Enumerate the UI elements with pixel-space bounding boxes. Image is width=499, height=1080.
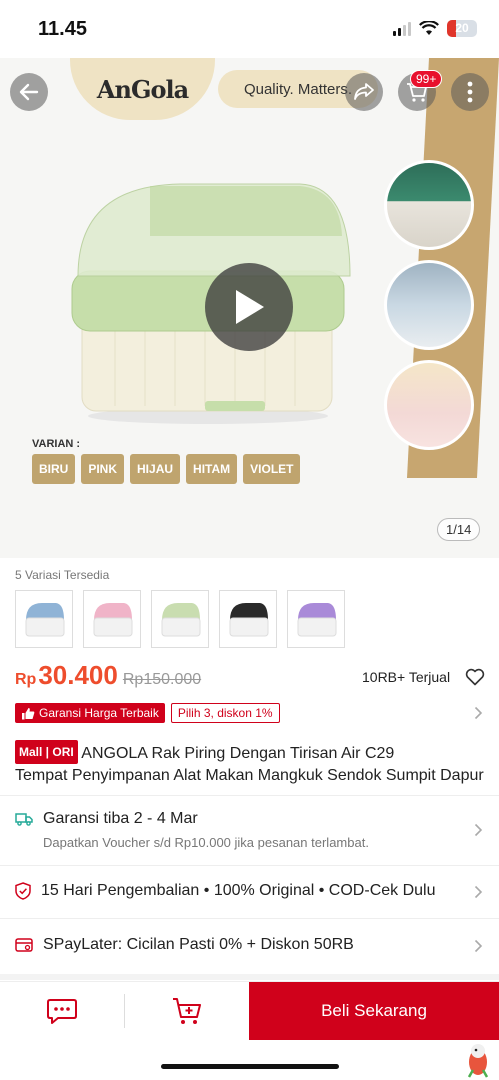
side-thumbnail-2[interactable] (384, 260, 474, 350)
wifi-icon (419, 21, 439, 35)
sold-count: 10RB+ Terjual (362, 669, 451, 685)
bundle-discount-badge: Pilih 3, diskon 1% (170, 703, 280, 723)
battery-level: 20 (455, 21, 469, 35)
product-title-line-1: ANGOLA Rak Piring Dengan Tirisan Air C29 (81, 745, 395, 762)
variation-thumbnail[interactable] (287, 590, 345, 648)
price-currency: Rp (15, 671, 37, 688)
shield-check-icon (15, 882, 31, 900)
image-counter: 1/14 (437, 518, 481, 541)
brand-banner: AnGola (70, 58, 215, 120)
varian-chip-list: BIRU PINK HIJAU HITAM VIOLET (32, 454, 301, 484)
share-button[interactable] (345, 73, 383, 111)
chat-icon (47, 999, 77, 1024)
varian-title: VARIAN : (32, 438, 81, 450)
varian-chip: BIRU (32, 454, 76, 484)
assurance-text: 15 Hari Pengembalian • 100% Original • C… (41, 882, 436, 899)
chat-button[interactable] (0, 982, 124, 1040)
varian-chip: PINK (81, 454, 125, 484)
thumbs-up-icon (22, 707, 35, 719)
mall-badge: Mall | ORI (15, 740, 78, 764)
cart-count-badge: 99+ (410, 70, 443, 88)
buy-now-button[interactable]: Beli Sekarang (249, 982, 499, 1040)
more-options-button[interactable] (451, 73, 489, 111)
shipping-row[interactable]: Garansi tiba 2 - 4 Mar (15, 810, 485, 828)
divider (0, 865, 499, 866)
price-guarantee-badge: Garansi Harga Terbaik (15, 703, 165, 723)
variation-image (229, 603, 269, 637)
variation-image (25, 603, 65, 637)
paylater-icon (15, 938, 33, 952)
heart-icon[interactable] (465, 668, 485, 686)
shipping-subtitle: Dapatkan Voucher s/d Rp10.000 jika pesan… (43, 835, 369, 850)
variation-image (161, 603, 201, 637)
brand-logo: AnGola (96, 74, 189, 104)
chevron-right-icon[interactable] (474, 706, 483, 720)
product-image-gallery[interactable]: AnGola Quality. Matters. 99+ VARIAN: BI… (0, 58, 499, 558)
varian-chip: VIOLET (243, 454, 301, 484)
arrow-left-icon (19, 83, 39, 101)
variations-label: 5 Variasi Tersedia (15, 568, 110, 582)
add-to-cart-button[interactable] (125, 982, 249, 1040)
add-to-cart-icon (173, 998, 201, 1024)
chevron-right-icon[interactable] (474, 939, 483, 953)
mascot-icon[interactable] (463, 1040, 493, 1078)
divider (0, 795, 499, 796)
shipping-title: Garansi tiba 2 - 4 Mar (43, 810, 198, 827)
price-row: Rp 30.400 Rp150.000 (15, 660, 201, 691)
more-vertical-icon (467, 81, 473, 103)
share-icon (354, 83, 374, 100)
assurance-row[interactable]: 15 Hari Pengembalian • 100% Original • C… (15, 882, 460, 900)
home-indicator[interactable] (161, 1064, 339, 1069)
bottom-action-bar: Beli Sekarang (0, 981, 499, 1040)
product-title-line-2: Tempat Penyimpanan Alat Makan Mangkuk Se… (15, 767, 484, 784)
side-thumbnail-1[interactable] (384, 160, 474, 250)
variation-thumbnail[interactable] (83, 590, 141, 648)
chevron-right-icon[interactable] (474, 885, 483, 899)
variation-thumbnail[interactable] (151, 590, 209, 648)
play-icon (236, 290, 264, 324)
paylater-row[interactable]: SPayLater: Cicilan Pasti 0% + Diskon 50R… (15, 936, 485, 954)
variation-thumbnail[interactable] (219, 590, 277, 648)
variation-thumbnail-list (15, 590, 345, 648)
variation-image (297, 603, 337, 637)
varian-chip: HIJAU (130, 454, 181, 484)
side-thumbnail-3[interactable] (384, 360, 474, 450)
variation-thumbnail[interactable] (15, 590, 73, 648)
divider (0, 918, 499, 919)
status-time: 11.45 (38, 18, 87, 40)
price-value: 30.400 (38, 660, 118, 690)
status-bar: 11.45 20 (0, 0, 499, 58)
battery-icon: 20 (447, 20, 477, 37)
back-button[interactable] (10, 73, 48, 111)
status-icons: 20 (393, 20, 477, 37)
promo-badges[interactable]: Garansi Harga Terbaik Pilih 3, diskon 1% (15, 703, 280, 723)
truck-icon (15, 813, 33, 826)
variation-image (93, 603, 133, 637)
play-video-button[interactable] (205, 263, 293, 351)
section-divider (0, 974, 499, 980)
original-price: Rp150.000 (122, 671, 202, 688)
signal-icon (393, 21, 411, 36)
chevron-right-icon[interactable] (474, 823, 483, 837)
varian-chip: HITAM (186, 454, 238, 484)
product-title: Mall | ORI ANGOLA Rak Piring Dengan Tiri… (15, 740, 490, 787)
paylater-text: SPayLater: Cicilan Pasti 0% + Diskon 50R… (43, 936, 354, 953)
price-guarantee-label: Garansi Harga Terbaik (39, 706, 159, 720)
